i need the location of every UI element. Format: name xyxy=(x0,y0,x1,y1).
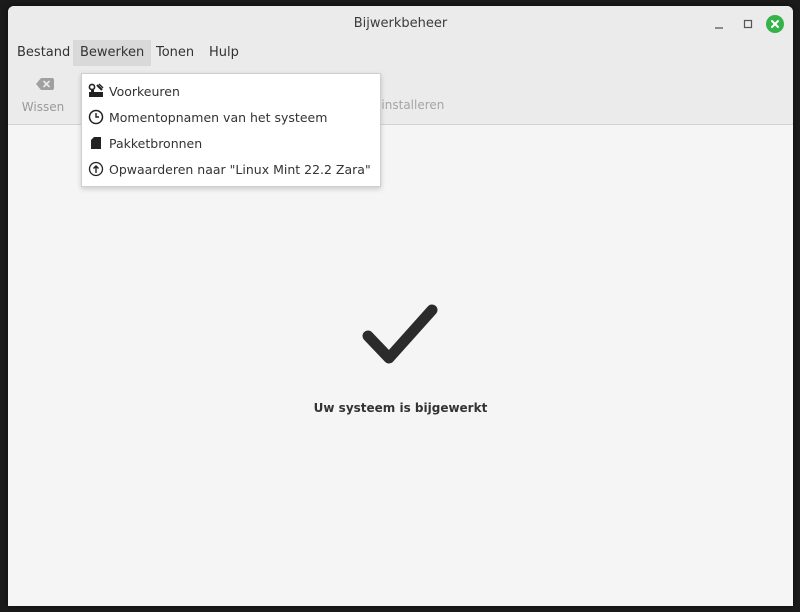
menu-item-preferences[interactable]: Voorkeuren xyxy=(82,78,380,104)
window-title: Bijwerkbeheer xyxy=(353,16,448,31)
package-icon xyxy=(88,135,104,151)
menu-item-label: Voorkeuren xyxy=(109,83,180,99)
menu-item-label: Opwaarderen naar "Linux Mint 22.2 Zara" xyxy=(109,161,371,177)
menu-item-label: Pakketbronnen xyxy=(109,135,203,151)
menu-item-upgrade[interactable]: Opwaarderen naar "Linux Mint 22.2 Zara" xyxy=(82,156,380,182)
checkmark-icon xyxy=(362,304,438,364)
status-message: Uw systeem is bijgewerkt xyxy=(313,401,488,415)
maximize-button[interactable] xyxy=(738,14,758,34)
menu-item-software-sources[interactable]: Pakketbronnen xyxy=(82,130,380,156)
clear-label: Wissen xyxy=(21,100,65,114)
minimize-icon xyxy=(715,27,723,29)
menu-bar: Bestand Bewerken Tonen Hulp xyxy=(8,40,793,66)
menu-hulp[interactable]: Hulp xyxy=(202,40,246,66)
clear-button[interactable]: Wissen xyxy=(18,76,68,118)
update-manager-window: Bijwerkbeheer Bestand Bewerken Tonen Hul… xyxy=(8,6,793,606)
clock-icon xyxy=(88,109,104,125)
maximize-icon xyxy=(743,19,753,29)
menu-bestand[interactable]: Bestand xyxy=(10,40,77,66)
upgrade-icon xyxy=(88,161,104,177)
menu-tonen[interactable]: Tonen xyxy=(149,40,201,66)
minimize-button[interactable] xyxy=(709,15,729,35)
menu-item-snapshots[interactable]: Momentopnamen van het systeem xyxy=(82,104,380,130)
close-button[interactable] xyxy=(765,14,785,34)
preferences-icon xyxy=(88,83,104,99)
clear-icon xyxy=(36,78,54,90)
install-updates-label: n installeren xyxy=(370,98,445,112)
title-bar: Bijwerkbeheer xyxy=(8,6,793,40)
menu-item-label: Momentopnamen van het systeem xyxy=(109,109,328,125)
menu-bewerken[interactable]: Bewerken xyxy=(73,40,152,66)
edit-menu-dropdown: Voorkeuren Momentopnamen van het systeem… xyxy=(81,73,381,187)
close-icon xyxy=(766,15,784,33)
